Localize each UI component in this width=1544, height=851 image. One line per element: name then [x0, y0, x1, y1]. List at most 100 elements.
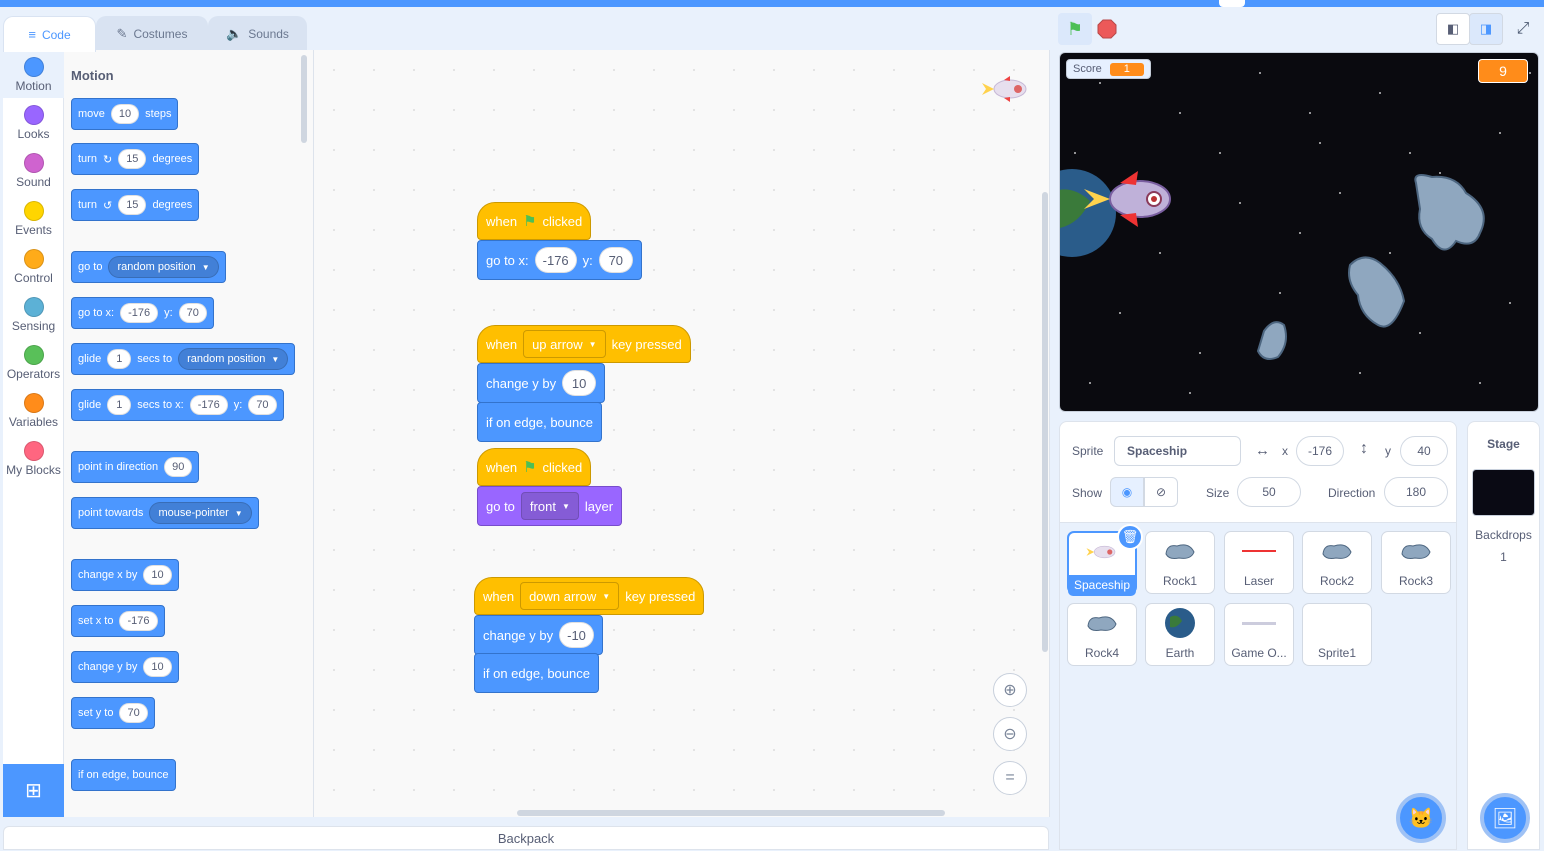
block-change-x[interactable]: change x by 10 — [71, 559, 179, 591]
degrees-input[interactable]: 15 — [118, 195, 147, 215]
key-dropdown[interactable]: down arrow ▼ — [520, 582, 620, 610]
hat-when-flag-clicked[interactable]: when ⚑ clicked — [477, 448, 592, 486]
category-variables[interactable]: Variables — [3, 386, 64, 434]
x-input[interactable]: -176 — [534, 247, 577, 273]
choose-sprite-button[interactable]: 🐱 — [1396, 793, 1446, 843]
secs-input[interactable]: 1 — [107, 349, 132, 369]
sprite-tile-earth[interactable]: Earth — [1145, 603, 1215, 666]
y-position-input[interactable]: 40 — [1400, 436, 1448, 466]
timer-monitor[interactable]: 9 — [1478, 59, 1528, 83]
delete-sprite-button[interactable]: 🗑 — [1117, 524, 1143, 550]
large-stage-button[interactable]: ◨ — [1469, 13, 1503, 45]
dy-input[interactable]: -10 — [559, 622, 594, 648]
sprite-name-input[interactable]: Spaceship — [1114, 436, 1241, 466]
category-sensing[interactable]: Sensing — [3, 290, 64, 338]
sprite-tile-rock2[interactable]: Rock2 — [1302, 531, 1372, 594]
sprite-tile-rock3[interactable]: Rock3 — [1381, 531, 1451, 594]
hat-when-flag-clicked[interactable]: when ⚑ clicked — [477, 202, 592, 240]
category-motion[interactable]: Motion — [3, 50, 64, 98]
sprite-tile-rock1[interactable]: Rock1 — [1145, 531, 1215, 594]
y-input[interactable]: 70 — [119, 703, 148, 723]
workspace-horizontal-scrollbar[interactable] — [517, 810, 945, 816]
zoom-reset-button[interactable]: = — [993, 761, 1027, 795]
zoom-out-button[interactable]: ⊖ — [993, 717, 1027, 751]
workspace-vertical-scrollbar[interactable] — [1042, 192, 1048, 652]
hide-sprite-button[interactable]: ⊘ — [1144, 477, 1178, 507]
dy-input[interactable]: 10 — [143, 657, 172, 677]
steps-input[interactable]: 10 — [110, 104, 140, 124]
size-input[interactable]: 50 — [1237, 477, 1301, 507]
x-input[interactable]: -176 — [120, 303, 159, 323]
palette-scrollbar[interactable] — [301, 55, 307, 143]
x-position-input[interactable]: -176 — [1296, 436, 1344, 466]
block-point-in-direction[interactable]: point in direction 90 — [71, 451, 200, 483]
show-visible-button[interactable]: ◉ — [1110, 477, 1144, 507]
target-dropdown[interactable]: random position ▼ — [178, 348, 289, 370]
block-move-steps[interactable]: move 10 steps — [71, 98, 179, 130]
y-input[interactable]: 70 — [178, 303, 207, 323]
variables-dot-icon — [23, 393, 44, 413]
y-input[interactable]: 70 — [248, 395, 277, 415]
script-workspace[interactable] — [314, 50, 1050, 817]
tab-code[interactable]: ≡ Code — [3, 16, 96, 52]
x-input[interactable]: -176 — [119, 611, 158, 631]
block-set-y[interactable]: set y to 70 — [71, 697, 155, 729]
block-go-to-layer[interactable]: go to front ▼ layer — [477, 486, 623, 526]
zoom-in-button[interactable]: ⊕ — [993, 673, 1027, 707]
hat-when-key-pressed[interactable]: when down arrow ▼ key pressed — [474, 577, 705, 615]
eye-icon: ◉ — [1121, 485, 1133, 499]
tab-costumes[interactable]: ✎ Costumes — [96, 16, 208, 51]
block-if-on-edge-bounce[interactable]: if on edge, bounce — [477, 402, 602, 442]
block-turn-left[interactable]: turn ↺ 15 degrees — [71, 189, 200, 221]
score-monitor[interactable]: Score 1 — [1066, 59, 1151, 79]
x-input[interactable]: -176 — [189, 395, 228, 415]
fullscreen-button[interactable]: ⤢ — [1506, 13, 1540, 45]
direction-input[interactable]: 180 — [1384, 477, 1448, 507]
category-looks[interactable]: Looks — [3, 98, 64, 146]
secs-input[interactable]: 1 — [107, 395, 132, 415]
block-glide-to-xy[interactable]: glide 1 secs to x: -176 y: 70 — [71, 389, 284, 421]
block-change-y[interactable]: change y by -10 — [474, 615, 603, 655]
hat-when-key-pressed[interactable]: when up arrow ▼ key pressed — [477, 325, 691, 363]
target-dropdown[interactable]: random position ▼ — [108, 256, 219, 278]
block-point-towards[interactable]: point towards mouse-pointer ▼ — [71, 497, 259, 529]
direction-input[interactable]: 90 — [164, 457, 193, 477]
chevron-down-icon: ▼ — [602, 591, 611, 601]
sprite-tile-rock4[interactable]: Rock4 — [1067, 603, 1137, 666]
category-operators[interactable]: Operators — [3, 338, 64, 386]
block-glide-to[interactable]: glide 1 secs to random position ▼ — [71, 343, 296, 375]
dx-input[interactable]: 10 — [143, 565, 172, 585]
block-change-y[interactable]: change y by 10 — [477, 363, 606, 403]
tab-sounds[interactable]: 🔈 Sounds — [208, 16, 307, 51]
layer-dropdown[interactable]: front ▼ — [520, 492, 579, 520]
block-turn-right[interactable]: turn ↻ 15 degrees — [71, 143, 200, 175]
block-go-to-xy[interactable]: go to x: -176 y: 70 — [477, 240, 642, 280]
target-dropdown[interactable]: mouse-pointer ▼ — [149, 502, 252, 524]
small-stage-button[interactable]: ◧ — [1436, 13, 1470, 45]
block-set-x[interactable]: set x to -176 — [71, 605, 165, 637]
degrees-input[interactable]: 15 — [118, 149, 147, 169]
stop-button[interactable] — [1090, 13, 1124, 45]
block-go-to-xy[interactable]: go to x: -176 y: 70 — [71, 297, 214, 329]
key-dropdown[interactable]: up arrow ▼ — [523, 330, 606, 358]
add-extension-button[interactable]: ⊞ — [3, 764, 64, 817]
sprite-tile-sprite1[interactable]: Sprite1 — [1302, 603, 1372, 666]
stage-target-pane[interactable]: Stage Backdrops 1 — [1467, 421, 1540, 850]
stage-canvas[interactable]: Score 1 9 — [1059, 52, 1539, 412]
green-flag-button[interactable]: ⚑ — [1058, 13, 1092, 45]
category-sound[interactable]: Sound — [3, 146, 64, 194]
game-over-thumbnail — [1242, 621, 1276, 625]
backpack-bar[interactable]: Backpack — [3, 826, 1049, 850]
sprite-tile-laser[interactable]: Laser — [1224, 531, 1294, 594]
category-events[interactable]: Events — [3, 194, 64, 242]
choose-backdrop-button[interactable]: 🖼 — [1480, 793, 1530, 843]
category-control[interactable]: Control — [3, 242, 64, 290]
block-if-on-edge-bounce[interactable]: if on edge, bounce — [474, 653, 599, 693]
category-my-blocks[interactable]: My Blocks — [3, 434, 64, 482]
block-change-y[interactable]: change y by 10 — [71, 651, 179, 683]
y-input[interactable]: 70 — [598, 247, 633, 273]
block-if-on-edge-bounce[interactable]: if on edge, bounce — [71, 759, 176, 791]
block-go-to[interactable]: go to random position ▼ — [71, 251, 226, 283]
sprite-tile-game-over[interactable]: Game O... — [1224, 603, 1294, 666]
dy-input[interactable]: 10 — [562, 370, 597, 396]
